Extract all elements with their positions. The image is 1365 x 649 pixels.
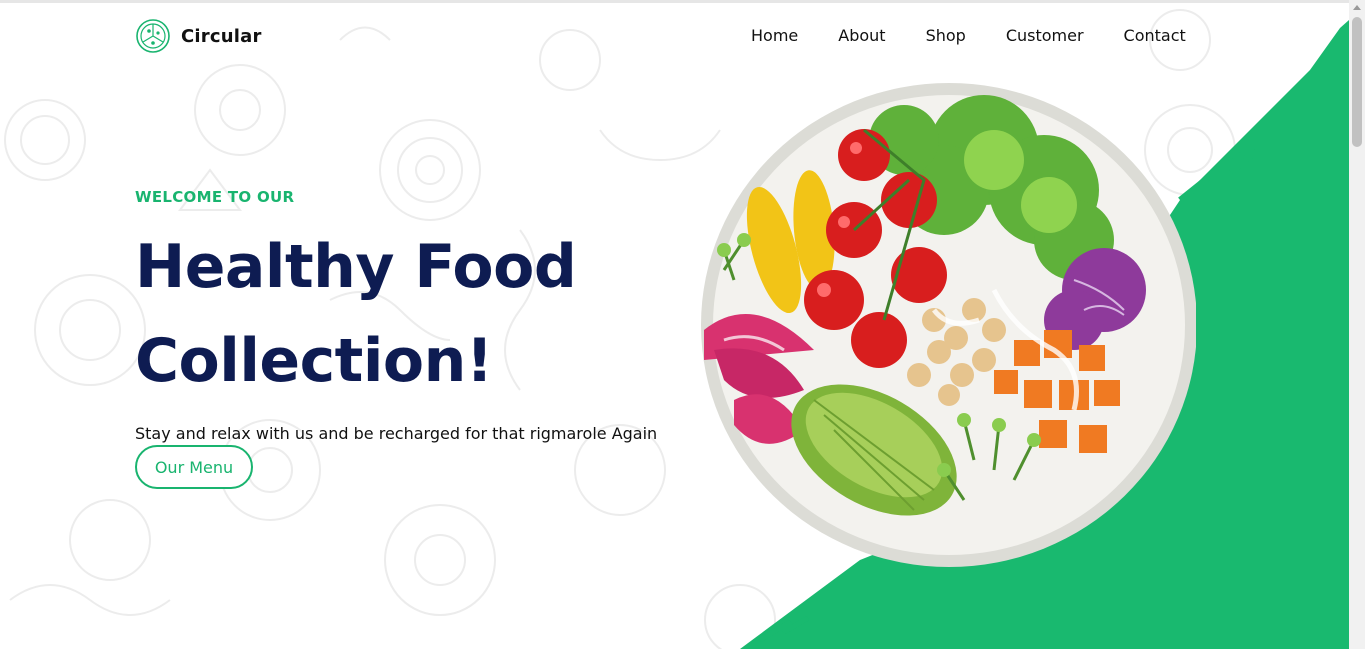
hero-title-line-2: Collection! — [135, 326, 493, 396]
scroll-up-arrow[interactable] — [1349, 0, 1365, 16]
nav-customer[interactable]: Customer — [1006, 26, 1084, 45]
hero-section: WELCOME TO OUR Healthy Food Collection! … — [135, 188, 695, 489]
nav-home[interactable]: Home — [751, 26, 798, 45]
our-menu-button[interactable]: Our Menu — [135, 445, 253, 489]
brand-logo[interactable]: Circular — [135, 18, 262, 54]
pizza-icon — [136, 19, 170, 53]
hero-title-line-1: Healthy Food — [135, 232, 577, 302]
site-header: Circular Home About Shop Customer Contac… — [0, 0, 1349, 70]
brand-name: Circular — [181, 25, 262, 47]
hero-subtitle: Stay and relax with us and be recharged … — [135, 424, 658, 443]
scroll-thumb[interactable] — [1352, 17, 1362, 147]
salad-bowl-image — [701, 83, 1196, 567]
hero-eyebrow: WELCOME TO OUR — [135, 188, 295, 206]
nav-about[interactable]: About — [838, 26, 885, 45]
nav-shop[interactable]: Shop — [926, 26, 966, 45]
nav-contact[interactable]: Contact — [1124, 26, 1186, 45]
hero-title: Healthy Food Collection! — [135, 220, 695, 408]
main-nav: Home About Shop Customer Contact — [751, 26, 1186, 45]
page-scrollbar[interactable] — [1349, 0, 1365, 649]
